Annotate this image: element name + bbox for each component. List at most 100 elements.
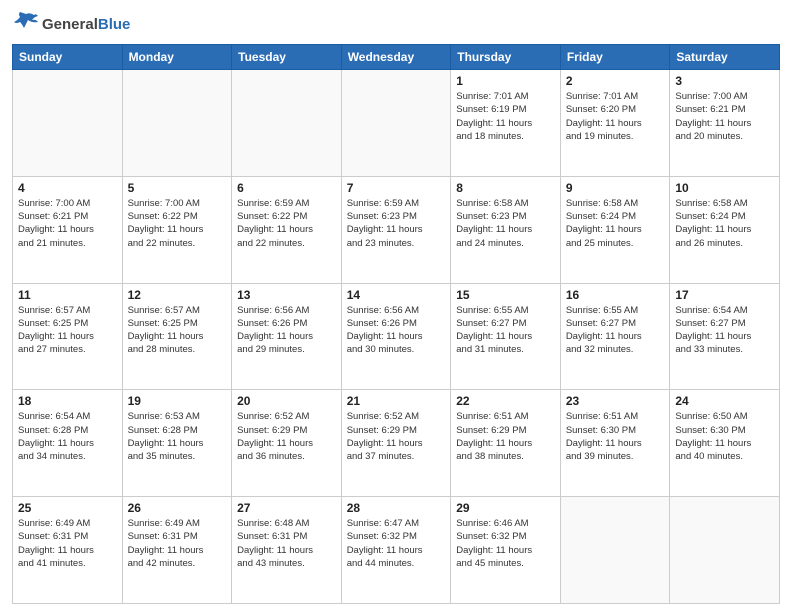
calendar-day-cell: 7Sunrise: 6:59 AM Sunset: 6:23 PM Daylig… [341,176,451,283]
day-number: 19 [128,394,227,408]
calendar-day-cell [560,497,670,604]
calendar-week-row: 25 Sunrise: 6:49 AM Sunset: 6:31 PM Dayli… [13,497,780,604]
day-number: 24 [675,394,774,408]
day-number: 23 [566,394,665,408]
calendar-day-cell [122,70,232,177]
day-number: 2 [566,74,665,88]
calendar-day-cell [341,70,451,177]
calendar-day-cell: 3Sunrise: 7:00 AM Sunset: 6:21 PM Daylig… [670,70,780,177]
day-info: Sunrise: 6:55 AM Sunset: 6:27 PM Dayligh… [566,304,665,357]
calendar-day-cell [670,497,780,604]
day-number: 9 [566,181,665,195]
day-of-week-header: Wednesday [341,45,451,70]
day-info: Sunrise: 6:56 AM Sunset: 6:26 PM Dayligh… [347,304,446,357]
day-of-week-header: Tuesday [232,45,342,70]
day-of-week-header: Monday [122,45,232,70]
calendar-day-cell: 22 Sunrise: 6:51 AM Sunset: 6:29 PM Dayli… [451,390,561,497]
day-number: 26 [128,501,227,515]
day-info: Sunrise: 6:49 AM Sunset: 6:31 PM Dayligh… [18,517,117,570]
day-info: Sunrise: 6:49 AM Sunset: 6:31 PM Dayligh… [128,517,227,570]
day-of-week-header: Saturday [670,45,780,70]
calendar-day-cell: 29 Sunrise: 6:46 AM Sunset: 6:32 PM Dayli… [451,497,561,604]
day-number: 17 [675,288,774,302]
calendar-table: SundayMondayTuesdayWednesdayThursdayFrid… [12,44,780,604]
day-number: 16 [566,288,665,302]
day-info: Sunrise: 7:01 AM Sunset: 6:20 PM Dayligh… [566,90,665,143]
day-number: 22 [456,394,555,408]
calendar-day-cell: 12Sunrise: 6:57 AM Sunset: 6:25 PM Dayli… [122,283,232,390]
calendar-day-cell: 16 Sunrise: 6:55 AM Sunset: 6:27 PM Dayli… [560,283,670,390]
day-of-week-header: Friday [560,45,670,70]
header: GeneralBlue [12,10,780,38]
logo: GeneralBlue [12,10,130,38]
day-number: 15 [456,288,555,302]
day-number: 25 [18,501,117,515]
day-number: 14 [347,288,446,302]
calendar-day-cell: 14 Sunrise: 6:56 AM Sunset: 6:26 PM Dayli… [341,283,451,390]
day-info: Sunrise: 6:59 AM Sunset: 6:22 PM Dayligh… [237,197,336,250]
logo-wordmark: GeneralBlue [12,10,130,38]
calendar-day-cell [232,70,342,177]
day-info: Sunrise: 6:58 AM Sunset: 6:23 PM Dayligh… [456,197,555,250]
day-info: Sunrise: 6:55 AM Sunset: 6:27 PM Dayligh… [456,304,555,357]
day-info: Sunrise: 6:51 AM Sunset: 6:29 PM Dayligh… [456,410,555,463]
day-number: 13 [237,288,336,302]
day-number: 1 [456,74,555,88]
day-info: Sunrise: 6:48 AM Sunset: 6:31 PM Dayligh… [237,517,336,570]
day-info: Sunrise: 6:52 AM Sunset: 6:29 PM Dayligh… [347,410,446,463]
calendar-day-cell: 11Sunrise: 6:57 AM Sunset: 6:25 PM Dayli… [13,283,123,390]
day-info: Sunrise: 7:00 AM Sunset: 6:21 PM Dayligh… [675,90,774,143]
calendar-day-cell: 18 Sunrise: 6:54 AM Sunset: 6:28 PM Dayli… [13,390,123,497]
page: GeneralBlue SundayMondayTuesdayWednesday… [0,0,792,612]
calendar-day-cell: 23 Sunrise: 6:51 AM Sunset: 6:30 PM Dayli… [560,390,670,497]
day-info: Sunrise: 6:54 AM Sunset: 6:28 PM Dayligh… [18,410,117,463]
calendar-day-cell: 8Sunrise: 6:58 AM Sunset: 6:23 PM Daylig… [451,176,561,283]
day-number: 28 [347,501,446,515]
day-info: Sunrise: 6:57 AM Sunset: 6:25 PM Dayligh… [128,304,227,357]
calendar-day-cell: 24 Sunrise: 6:50 AM Sunset: 6:30 PM Dayli… [670,390,780,497]
calendar-day-cell: 28 Sunrise: 6:47 AM Sunset: 6:32 PM Dayli… [341,497,451,604]
calendar-day-cell: 4Sunrise: 7:00 AM Sunset: 6:21 PM Daylig… [13,176,123,283]
calendar-week-row: 11 Sunrise: 6:57 AM Sunset: 6:25 PM Dayli… [13,283,780,390]
day-info: Sunrise: 6:50 AM Sunset: 6:30 PM Dayligh… [675,410,774,463]
day-number: 5 [128,181,227,195]
calendar-day-cell: 26 Sunrise: 6:49 AM Sunset: 6:31 PM Dayli… [122,497,232,604]
day-info: Sunrise: 7:00 AM Sunset: 6:22 PM Dayligh… [128,197,227,250]
calendar-day-cell: 20Sunrise: 6:52 AM Sunset: 6:29 PM Dayli… [232,390,342,497]
calendar-day-cell: 19 Sunrise: 6:53 AM Sunset: 6:28 PM Dayli… [122,390,232,497]
calendar-day-cell: 15 Sunrise: 6:55 AM Sunset: 6:27 PM Dayli… [451,283,561,390]
logo-bird-icon [12,10,40,38]
day-number: 7 [347,181,446,195]
day-info: Sunrise: 6:56 AM Sunset: 6:26 PM Dayligh… [237,304,336,357]
calendar-day-cell: 2 Sunrise: 7:01 AM Sunset: 6:20 PM Daylig… [560,70,670,177]
day-info: Sunrise: 6:46 AM Sunset: 6:32 PM Dayligh… [456,517,555,570]
calendar-day-cell: 27 Sunrise: 6:48 AM Sunset: 6:31 PM Dayli… [232,497,342,604]
calendar-day-cell [13,70,123,177]
day-info: Sunrise: 6:52 AM Sunset: 6:29 PM Dayligh… [237,410,336,463]
day-number: 4 [18,181,117,195]
day-info: Sunrise: 6:58 AM Sunset: 6:24 PM Dayligh… [566,197,665,250]
day-info: Sunrise: 6:47 AM Sunset: 6:32 PM Dayligh… [347,517,446,570]
day-number: 21 [347,394,446,408]
day-number: 18 [18,394,117,408]
day-info: Sunrise: 6:51 AM Sunset: 6:30 PM Dayligh… [566,410,665,463]
day-number: 29 [456,501,555,515]
calendar-header-row: SundayMondayTuesdayWednesdayThursdayFrid… [13,45,780,70]
calendar-day-cell: 17Sunrise: 6:54 AM Sunset: 6:27 PM Dayli… [670,283,780,390]
calendar-day-cell: 13 Sunrise: 6:56 AM Sunset: 6:26 PM Dayli… [232,283,342,390]
day-number: 10 [675,181,774,195]
calendar-day-cell: 1 Sunrise: 7:01 AM Sunset: 6:19 PM Daylig… [451,70,561,177]
day-of-week-header: Sunday [13,45,123,70]
calendar-week-row: 18 Sunrise: 6:54 AM Sunset: 6:28 PM Dayli… [13,390,780,497]
calendar-week-row: 4Sunrise: 7:00 AM Sunset: 6:21 PM Daylig… [13,176,780,283]
calendar-day-cell: 21 Sunrise: 6:52 AM Sunset: 6:29 PM Dayli… [341,390,451,497]
day-number: 11 [18,288,117,302]
day-info: Sunrise: 6:58 AM Sunset: 6:24 PM Dayligh… [675,197,774,250]
day-number: 27 [237,501,336,515]
day-info: Sunrise: 7:01 AM Sunset: 6:19 PM Dayligh… [456,90,555,143]
day-number: 6 [237,181,336,195]
calendar-day-cell: 6 Sunrise: 6:59 AM Sunset: 6:22 PM Daylig… [232,176,342,283]
calendar-week-row: 1 Sunrise: 7:01 AM Sunset: 6:19 PM Daylig… [13,70,780,177]
day-info: Sunrise: 6:53 AM Sunset: 6:28 PM Dayligh… [128,410,227,463]
calendar-day-cell: 5 Sunrise: 7:00 AM Sunset: 6:22 PM Daylig… [122,176,232,283]
